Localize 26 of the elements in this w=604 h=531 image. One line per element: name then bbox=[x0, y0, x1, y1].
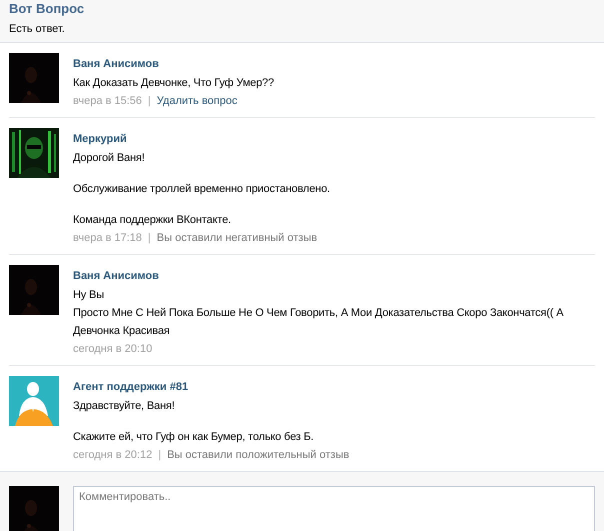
message-text: Обслуживание троллей временно приостановлено. bbox=[73, 182, 330, 197]
message-text: Дорогой Ваня! bbox=[73, 151, 145, 166]
feedback-note: Вы оставили негативный отзыв bbox=[156, 231, 318, 246]
separator: | bbox=[148, 94, 151, 109]
question-title: Вот Вопрос bbox=[9, 0, 86, 18]
message-text: Просто Мне С Ней Пока Больше Не О Чем Говорить, А Мои Доказательства Скоро Закончатся(( А bbox=[73, 306, 564, 321]
message-text: Как Доказать Девчонке, Что Гуф Умер?? bbox=[73, 76, 274, 91]
author-link[interactable]: Ваня Анисимов bbox=[73, 56, 159, 72]
question-status: Есть ответ. bbox=[9, 22, 66, 37]
timestamp: вчера в 15:56 bbox=[73, 94, 142, 109]
comment-field[interactable]: Комментировать.. bbox=[73, 486, 595, 531]
timestamp: вчера в 17:18 bbox=[73, 231, 142, 246]
message-text: Здравствуйте, Ваня! bbox=[73, 399, 175, 414]
author-link[interactable]: Ваня Анисимов bbox=[73, 268, 159, 284]
separator: | bbox=[158, 448, 162, 463]
message-text: Команда поддержки ВКонтакте. bbox=[73, 213, 231, 228]
timestamp: сегодня в 20:10 bbox=[73, 342, 152, 357]
message-text: Ну Вы bbox=[73, 288, 104, 303]
delete-link[interactable]: Удалить вопрос bbox=[156, 92, 238, 110]
message-text: Девчонка Красивая bbox=[73, 324, 170, 339]
separator: | bbox=[148, 231, 151, 246]
timestamp: сегодня в 20:12 bbox=[73, 448, 152, 463]
message-text: Скажите ей, что Гуф он как Бумер, только без Б. bbox=[73, 430, 314, 445]
author-link[interactable]: Агент поддержки #81 bbox=[73, 379, 188, 395]
feedback-note: Вы оставили положительный отзыв bbox=[167, 448, 350, 463]
author-link[interactable]: Меркурий bbox=[73, 131, 127, 147]
